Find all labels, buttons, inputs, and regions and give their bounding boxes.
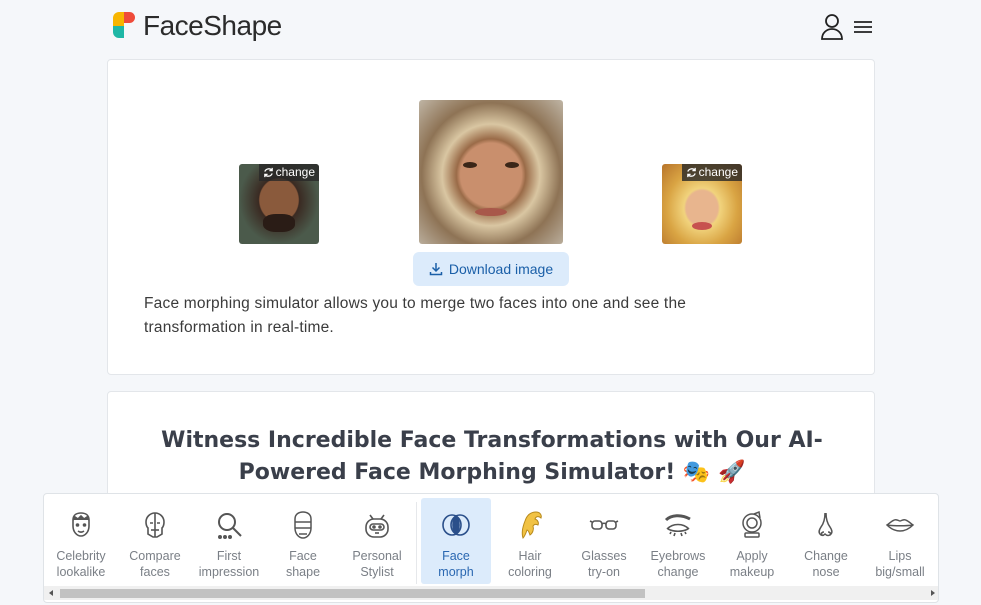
robot-stylist-icon [365, 514, 389, 538]
page-headline: Witness Incredible Face Transformations … [161, 428, 823, 485]
tool-eyebrows-change[interactable]: Eyebrows change [643, 498, 713, 584]
refresh-icon [263, 167, 273, 177]
tool-label: First impression [198, 549, 260, 579]
morph-description: Face morphing simulator allows you to me… [144, 295, 687, 336]
tools-toolbar: Celebrity lookalike Compare faces First … [43, 493, 939, 603]
change-right-button[interactable]: change [681, 164, 742, 181]
tool-glasses-try-on[interactable]: Glasses try-on [569, 498, 639, 584]
tool-label: Lips big/small [875, 549, 925, 579]
download-image-button[interactable]: Download image [413, 252, 569, 286]
tool-hair-coloring[interactable]: Hair coloring [495, 498, 565, 584]
tool-compare-faces[interactable]: Compare faces [120, 498, 190, 584]
glasses-icon [589, 520, 619, 530]
tool-apply-makeup[interactable]: Apply makeup [717, 498, 787, 584]
user-icon[interactable] [820, 13, 844, 41]
tool-lips-big-small[interactable]: Lips big/small [865, 498, 935, 584]
tool-label: Compare faces [129, 549, 181, 579]
brand-name: FaceShape [143, 10, 282, 41]
tool-label: Face morph [438, 549, 474, 579]
celebrity-face-icon [72, 512, 90, 537]
change-left-button[interactable]: change [258, 164, 319, 181]
face-morph-icon [442, 514, 470, 536]
scroll-left-arrow-icon[interactable] [46, 588, 56, 598]
header-actions [820, 13, 874, 41]
tool-label: Change nose [804, 549, 848, 579]
scrollbar-thumb[interactable] [60, 589, 645, 598]
scroll-right-arrow-icon[interactable] [928, 588, 938, 598]
tool-change-nose[interactable]: Change nose [791, 498, 861, 584]
tool-label: Celebrity lookalike [56, 549, 106, 579]
tool-face-shape[interactable]: Face shape [268, 498, 338, 584]
change-right-label: change [698, 165, 738, 179]
magnifier-icon [218, 513, 242, 539]
tool-face-morph[interactable]: Face morph [421, 498, 491, 584]
nose-icon [818, 512, 833, 537]
tool-label: Apply makeup [729, 549, 775, 579]
morphed-face-result [419, 100, 563, 244]
download-label: Download image [448, 261, 554, 277]
compare-faces-icon [145, 512, 165, 538]
hair-icon [521, 511, 542, 539]
tools-list: Celebrity lookalike Compare faces First … [44, 498, 938, 584]
eyebrows-icon [664, 514, 691, 537]
menu-icon[interactable] [852, 18, 874, 36]
tool-first-impression[interactable]: First impression [194, 498, 264, 584]
lips-icon [885, 519, 915, 532]
makeup-icon [742, 510, 762, 538]
refresh-icon [686, 167, 696, 177]
change-left-label: change [275, 165, 315, 179]
horizontal-scrollbar[interactable] [44, 586, 938, 600]
face-shape-icon [294, 511, 312, 539]
site-header: FaceShape [0, 0, 981, 52]
brand-logo[interactable]: FaceShape [113, 10, 282, 42]
tool-label: Hair coloring [508, 549, 552, 579]
logo-mark-icon [113, 12, 137, 40]
tool-label: Personal Stylist [352, 549, 402, 579]
tool-label: Face shape [285, 549, 321, 579]
source-face-left: change [239, 164, 319, 244]
tool-celebrity-lookalike[interactable]: Celebrity lookalike [46, 498, 116, 584]
source-face-right: change [662, 164, 742, 244]
morph-card: change change Download image Face morphi… [107, 59, 875, 375]
toolbar-divider [416, 502, 417, 584]
download-icon [429, 263, 443, 276]
tool-personal-stylist[interactable]: Personal Stylist [342, 498, 412, 584]
tool-label: Glasses try-on [581, 549, 627, 579]
tool-label: Eyebrows change [650, 549, 706, 579]
